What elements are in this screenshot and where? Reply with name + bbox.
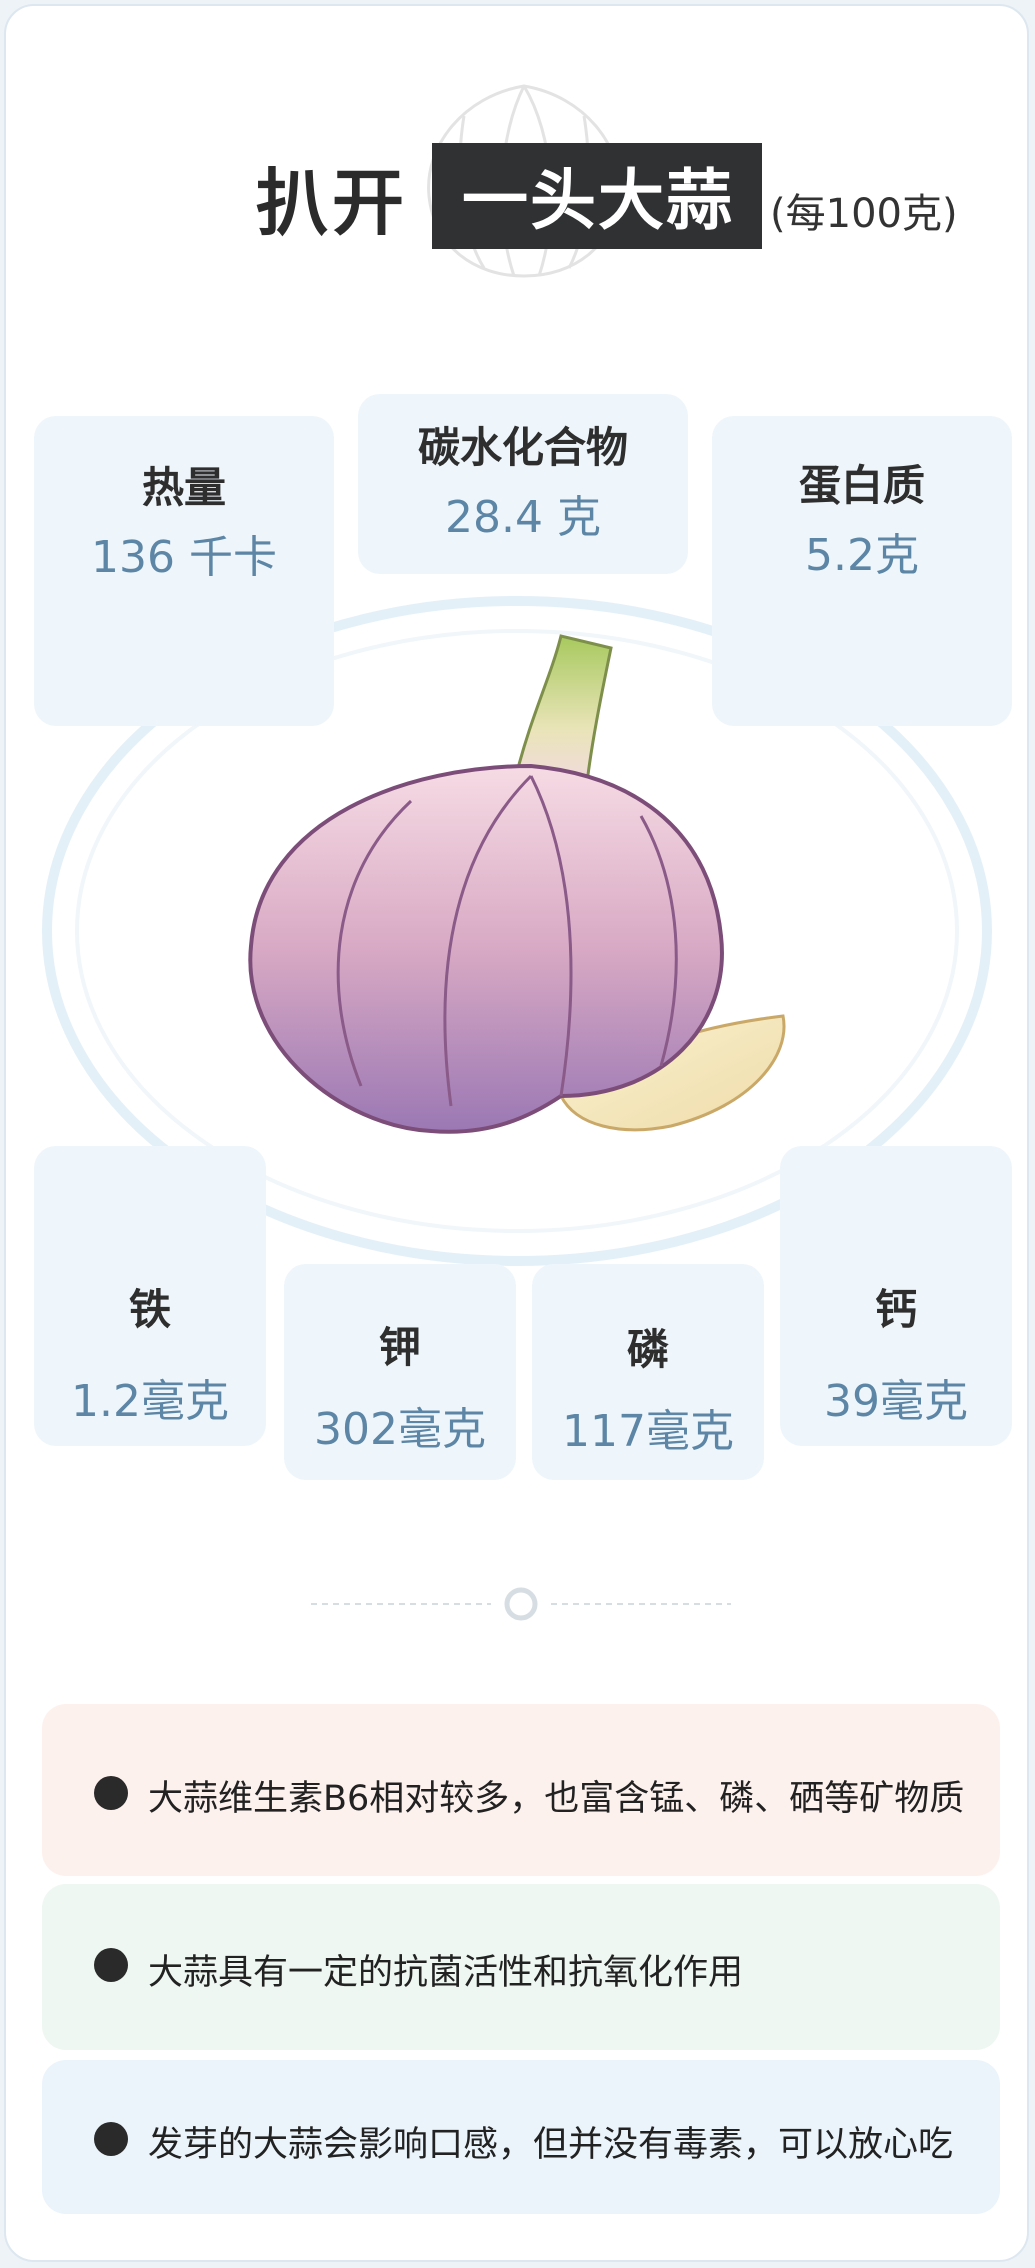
nutrient-value: 1.2毫克 bbox=[71, 1376, 229, 1427]
nutrient-tile-phosphorus: 磷 117毫克 bbox=[532, 1264, 764, 1480]
nutrient-value: 28.4 克 bbox=[445, 492, 601, 543]
nutrient-name: 钙 bbox=[874, 1285, 917, 1334]
nutrient-name: 磷 bbox=[626, 1325, 669, 1374]
title-highlight: 一头大蒜 bbox=[432, 143, 763, 249]
nutrient-tile-carbohydrate: 碳水化合物 28.4 克 bbox=[358, 394, 688, 574]
fact-text: 大蒜具有一定的抗菌活性和抗氧化作用 bbox=[148, 1953, 744, 1993]
section-divider bbox=[311, 1587, 731, 1621]
title: 扒开 一头大蒜 (每100克) bbox=[256, 143, 958, 249]
fact-card: 大蒜具有一定的抗菌活性和抗氧化作用 bbox=[42, 1884, 1000, 2050]
nutrient-name: 碳水化合物 bbox=[417, 423, 628, 472]
fact-card: 大蒜维生素B6相对较多，也富含锰、磷、硒等矿物质 bbox=[42, 1704, 1000, 1876]
nutrient-name: 热量 bbox=[141, 463, 226, 512]
nutrient-value: 5.2克 bbox=[805, 530, 919, 581]
garlic-illustration bbox=[248, 634, 786, 1134]
nutrient-tile-iron: 铁 1.2毫克 bbox=[34, 1146, 266, 1446]
fact-text: 发芽的大蒜会影响口感，但并没有毒素，可以放心吃 bbox=[148, 2125, 954, 2165]
nutrient-value: 117毫克 bbox=[562, 1406, 734, 1457]
nutrient-value: 136 千卡 bbox=[91, 532, 277, 583]
infographic-card: 扒开 一头大蒜 (每100克) 热量 136 千卡 碳水化合物 28.4 克 蛋… bbox=[4, 4, 1029, 2262]
nutrient-name: 铁 bbox=[128, 1285, 171, 1334]
bullet-icon bbox=[94, 1948, 128, 1982]
nutrient-tile-calcium: 钙 39毫克 bbox=[780, 1146, 1012, 1446]
nutrient-tile-potassium: 钾 302毫克 bbox=[284, 1264, 516, 1480]
nutrient-value: 302毫克 bbox=[314, 1404, 486, 1455]
title-unit: (每100克) bbox=[770, 191, 958, 237]
fact-text: 大蒜维生素B6相对较多，也富含锰、磷、硒等矿物质 bbox=[148, 1779, 965, 1819]
nutrient-name: 钾 bbox=[378, 1323, 421, 1372]
bullet-icon bbox=[94, 2122, 128, 2156]
nutrient-name: 蛋白质 bbox=[798, 461, 925, 510]
bullet-icon bbox=[94, 1776, 128, 1810]
title-prefix: 扒开 bbox=[256, 160, 409, 245]
nutrient-value: 39毫克 bbox=[824, 1376, 968, 1427]
fact-card: 发芽的大蒜会影响口感，但并没有毒素，可以放心吃 bbox=[42, 2060, 1000, 2214]
